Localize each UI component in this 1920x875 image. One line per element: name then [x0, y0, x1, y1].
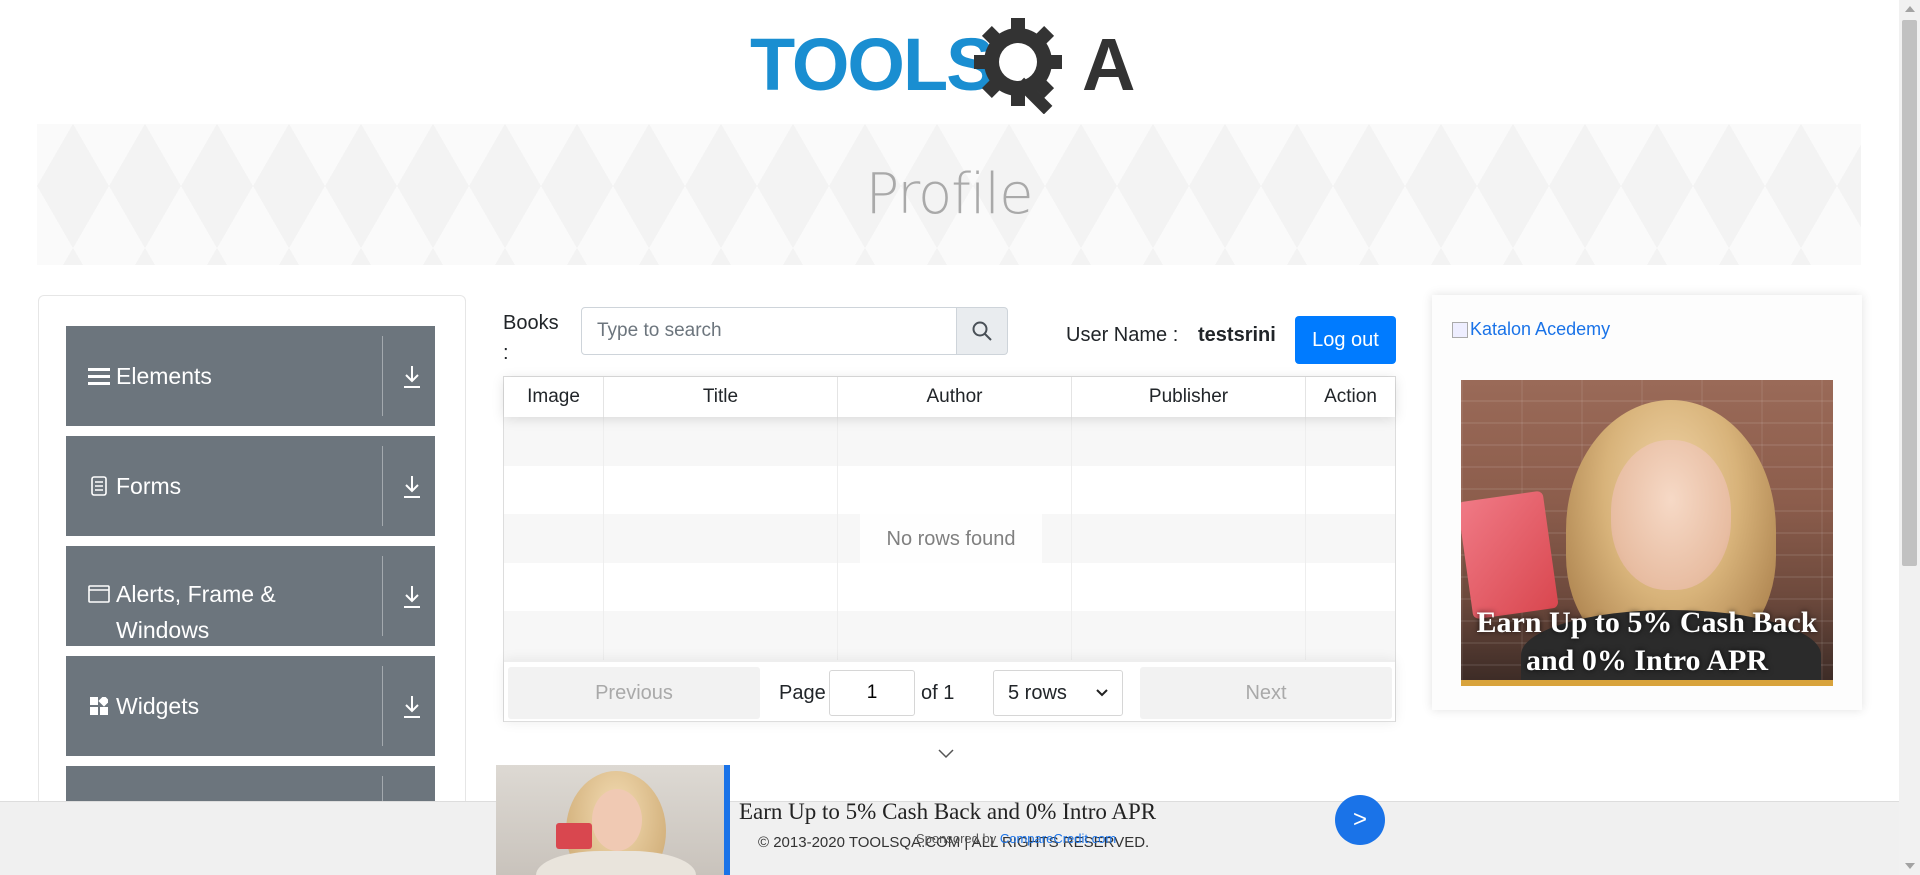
ad-headline: Earn Up to 5% Cash Back and 0% Intro APR: [1476, 606, 1818, 677]
page-number-input[interactable]: [829, 670, 915, 716]
download-arrow-icon: [404, 366, 420, 388]
ad-accent-bar: [724, 765, 730, 875]
divider: [382, 556, 383, 636]
katalon-academy-link[interactable]: Katalon Acedemy: [1452, 319, 1610, 340]
rows-per-page-select[interactable]: 5 rows: [993, 670, 1123, 716]
scroll-down-icon[interactable]: [1905, 863, 1915, 869]
svg-text:TOOLS: TOOLS: [750, 23, 994, 106]
hamburger-icon: [88, 365, 110, 387]
ad-accent-strip: [1461, 680, 1833, 686]
sidebar-ad[interactable]: Katalon Acedemy Earn Up to 5% Cash Back …: [1432, 295, 1862, 710]
group-forms-header: Forms: [88, 436, 368, 536]
bottom-ad-image: [496, 765, 724, 875]
katalon-academy-text: Katalon Acedemy: [1470, 319, 1611, 339]
ad-person-body: [536, 851, 696, 875]
group-forms[interactable]: Forms: [66, 436, 435, 536]
no-rows-message: No rows found: [860, 513, 1042, 565]
rows-per-page-value: 5 rows: [1008, 681, 1067, 704]
table-row: [504, 465, 1395, 515]
user-name-value: testsrini: [1198, 324, 1276, 346]
toolsqa-logo-graphic: TOOLS A: [750, 18, 1135, 115]
toolsqa-logo[interactable]: TOOLS A: [750, 18, 1154, 115]
search-icon: [972, 321, 992, 341]
search-input[interactable]: [581, 307, 957, 355]
ad-go-button[interactable]: >: [1335, 795, 1385, 845]
ad-image[interactable]: Earn Up to 5% Cash Back and 0% Intro APR: [1461, 380, 1833, 686]
widgets-icon: [88, 695, 110, 717]
column-header[interactable]: Action: [1306, 377, 1395, 417]
sponsor-line: Sponsored by CompareCredit.com: [916, 831, 1116, 846]
sponsor-prefix: Sponsored by: [916, 831, 997, 846]
svg-text:A: A: [1082, 23, 1135, 106]
credit-card-graphic: [556, 823, 592, 849]
scroll-up-icon[interactable]: [1905, 6, 1915, 12]
document-icon: [88, 475, 110, 497]
group-widgets[interactable]: Widgets: [66, 656, 435, 756]
page-total: of 1: [921, 682, 955, 704]
column-header[interactable]: Author: [838, 377, 1072, 417]
download-arrow-icon: [404, 696, 420, 718]
group-label: Forms: [116, 473, 182, 499]
page-banner: Profile: [37, 124, 1861, 265]
bottom-ad-banner[interactable]: Earn Up to 5% Cash Back and 0% Intro APR…: [496, 765, 1390, 875]
table-header: Image Title Author Publisher Action: [504, 377, 1395, 417]
group-alerts-header: Alerts, Frame & Windows: [88, 546, 368, 646]
logout-button[interactable]: Log out: [1295, 316, 1396, 364]
column-header[interactable]: Title: [604, 377, 838, 417]
group-elements-header: Elements: [88, 326, 368, 426]
group-label: Widgets: [116, 693, 200, 719]
chevron-down-icon: [1096, 689, 1108, 697]
group-label: Elements: [116, 363, 212, 389]
divider: [382, 446, 383, 526]
download-arrow-icon: [404, 586, 420, 608]
table-row: [504, 611, 1395, 660]
scrollbar[interactable]: [1899, 0, 1920, 875]
group-label: Alerts, Frame & Windows: [116, 581, 276, 643]
search-button[interactable]: [957, 307, 1008, 355]
next-button[interactable]: Next: [1140, 667, 1392, 719]
books-label: Books :: [503, 312, 559, 364]
group-alerts-frame-windows[interactable]: Alerts, Frame & Windows: [66, 546, 435, 646]
ad-person-face: [1611, 440, 1731, 590]
sponsor-name[interactable]: CompareCredit.com: [1000, 831, 1116, 846]
scrollbar-thumb[interactable]: [1902, 20, 1917, 566]
bottom-ad-headline[interactable]: Earn Up to 5% Cash Back and 0% Intro APR: [739, 799, 1156, 825]
table-row: [504, 562, 1395, 612]
table-row: [504, 417, 1395, 466]
group-elements[interactable]: Elements: [66, 326, 435, 426]
divider: [382, 666, 383, 746]
pagination: Previous Page of 1 5 rows Next: [504, 660, 1395, 722]
column-header[interactable]: Publisher: [1072, 377, 1306, 417]
column-header[interactable]: Image: [504, 377, 604, 417]
broken-image-icon: [1452, 321, 1468, 338]
page-title: Profile: [865, 162, 1033, 227]
window-icon: [88, 583, 110, 605]
search-box: [581, 307, 1008, 355]
chevron-down-icon[interactable]: [936, 746, 956, 760]
group-widgets-header: Widgets: [88, 656, 368, 756]
left-panel: Elements Forms Alerts, Frame & Windows W…: [38, 295, 466, 835]
page-label: Page: [779, 682, 826, 704]
ad-person-face: [592, 789, 642, 851]
user-name-label: User Name :: [1066, 324, 1179, 346]
books-table: Image Title Author Publisher Action No r…: [503, 376, 1396, 722]
download-arrow-icon: [404, 476, 420, 498]
divider: [382, 336, 383, 416]
previous-button[interactable]: Previous: [508, 667, 760, 719]
credit-card-graphic: [1461, 490, 1559, 620]
